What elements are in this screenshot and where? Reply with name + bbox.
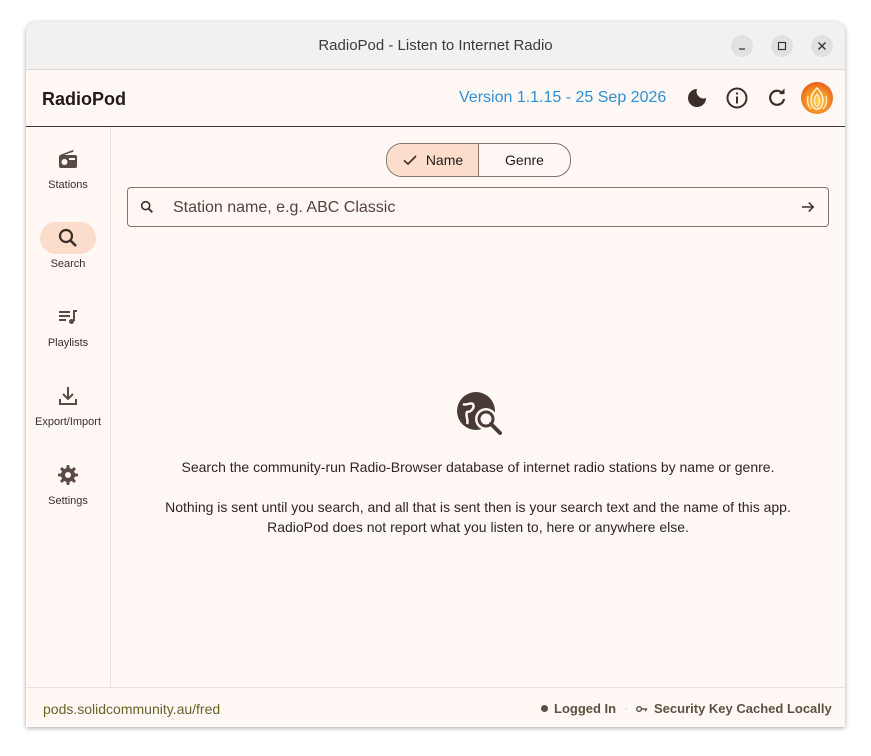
search-icon bbox=[140, 200, 153, 213]
status-bar: pods.solidcommunity.au/fred Logged In · … bbox=[26, 687, 845, 727]
playlist-icon bbox=[59, 310, 77, 324]
dark-mode-icon bbox=[688, 89, 706, 107]
key-icon bbox=[636, 705, 648, 713]
refresh-icon bbox=[769, 88, 786, 106]
dark-mode-button[interactable] bbox=[685, 86, 709, 110]
app-logo[interactable] bbox=[801, 82, 833, 114]
travel-explore-icon bbox=[457, 392, 502, 435]
mode-name-label: Name bbox=[425, 152, 464, 168]
nav-rail: Stations Search Playlists Export/Import … bbox=[26, 127, 111, 687]
nav-item-stations[interactable]: Stations bbox=[26, 143, 110, 191]
search-page: Name Genre Search the community-r bbox=[111, 127, 845, 687]
mode-genre-button[interactable]: Genre bbox=[479, 144, 570, 176]
nav-label-export-import: Export/Import bbox=[34, 416, 102, 428]
nav-item-search[interactable]: Search bbox=[26, 222, 110, 270]
check-icon bbox=[403, 155, 417, 166]
refresh-button[interactable] bbox=[765, 86, 789, 110]
close-icon bbox=[818, 42, 826, 50]
app-name: RadioPod bbox=[42, 89, 126, 109]
mode-name-button[interactable]: Name bbox=[387, 144, 479, 176]
maximize-button[interactable] bbox=[771, 35, 793, 57]
nav-item-playlists[interactable]: Playlists bbox=[26, 301, 110, 349]
nav-label-stations: Stations bbox=[48, 179, 88, 191]
app-window: RadioPod - Listen to Internet Radio Radi… bbox=[26, 22, 845, 727]
version-link[interactable]: Version 1.1.15 - 25 Sep 2026 bbox=[459, 89, 666, 107]
maximize-icon bbox=[777, 41, 787, 51]
arrow-forward-icon[interactable] bbox=[799, 198, 817, 216]
security-status: Security Key Cached Locally bbox=[654, 701, 832, 716]
minimize-button[interactable] bbox=[731, 35, 753, 57]
nav-item-export-import[interactable]: Export/Import bbox=[26, 380, 110, 428]
search-mode-toggle: Name Genre bbox=[386, 143, 571, 177]
info-text-1: Search the community-run Radio-Browser d… bbox=[181, 459, 775, 475]
flame-logo-icon bbox=[807, 87, 827, 110]
info-text-3: RadioPod does not report what you listen… bbox=[267, 519, 689, 535]
pod-url: pods.solidcommunity.au/fred bbox=[43, 701, 221, 717]
search-input[interactable] bbox=[171, 188, 795, 228]
info-button[interactable] bbox=[725, 86, 749, 110]
info-icon bbox=[726, 87, 748, 109]
status-separator: · bbox=[624, 701, 628, 715]
window-title: RadioPod - Listen to Internet Radio bbox=[318, 37, 553, 54]
close-button[interactable] bbox=[811, 35, 833, 57]
download-icon bbox=[59, 387, 77, 405]
minimize-icon bbox=[739, 48, 745, 50]
nav-label-settings: Settings bbox=[48, 495, 88, 507]
radio-icon bbox=[59, 150, 77, 168]
info-text-2: Nothing is sent until you search, and al… bbox=[165, 499, 791, 515]
logged-in-dot-icon bbox=[541, 705, 548, 712]
mode-genre-label: Genre bbox=[505, 152, 544, 168]
window-titlebar[interactable]: RadioPod - Listen to Internet Radio bbox=[26, 22, 845, 70]
nav-item-settings[interactable]: Settings bbox=[26, 459, 110, 507]
gear-icon bbox=[58, 465, 78, 485]
search-field[interactable] bbox=[127, 187, 829, 228]
app-bar: RadioPod Version 1.1.15 - 25 Sep 2026 bbox=[26, 70, 845, 127]
nav-label-playlists: Playlists bbox=[47, 337, 89, 349]
search-icon bbox=[58, 228, 77, 247]
nav-label-search: Search bbox=[50, 258, 86, 270]
logged-in-status: Logged In bbox=[554, 701, 617, 716]
